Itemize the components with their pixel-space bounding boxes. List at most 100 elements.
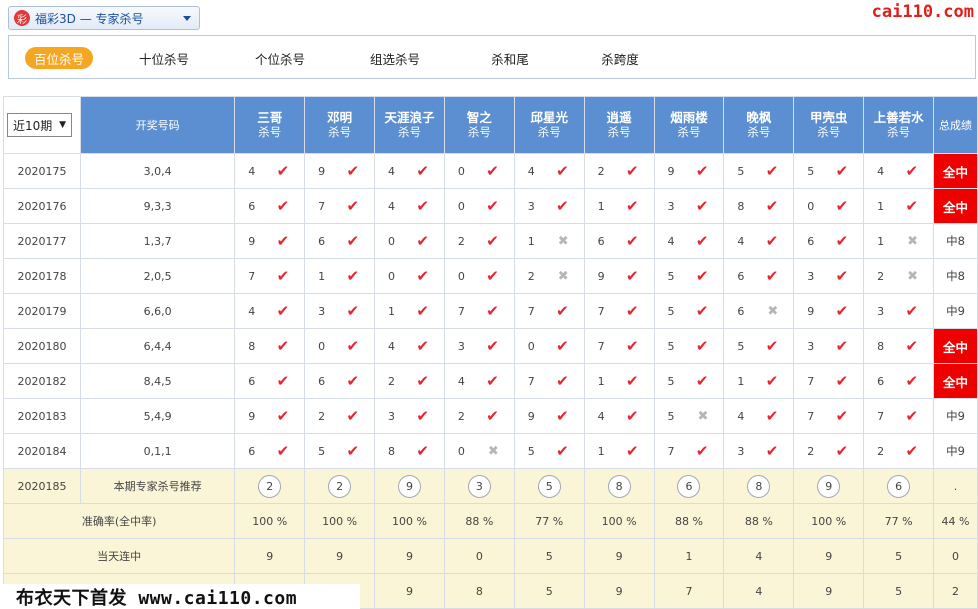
kill-cell-content: 3 ✔ xyxy=(724,441,793,460)
check-icon: ✔ xyxy=(765,161,779,180)
expert-subtitle: 杀号 xyxy=(887,125,911,139)
expert-header[interactable]: 智之 杀号 xyxy=(443,96,515,154)
period-dropdown-value: 近10期 xyxy=(13,118,53,133)
check-icon: ✔ xyxy=(276,441,290,460)
lastrow-value: 9 xyxy=(793,573,865,609)
kill-cell-content: 6 ✔ xyxy=(235,373,304,389)
expert-subtitle: 杀号 xyxy=(537,125,561,139)
expert-kill-cell: 4 ✔ xyxy=(234,153,306,189)
kill-cell-content: 4 ✔ xyxy=(515,163,584,179)
expert-header[interactable]: 逍遥 杀号 xyxy=(583,96,655,154)
kill-number: 7 xyxy=(667,444,675,458)
check-icon: ✔ xyxy=(486,161,499,180)
expert-kill-cell: 9 ✔ xyxy=(234,398,306,434)
check-icon: ✔ xyxy=(835,231,849,250)
tab-2[interactable]: 个位杀号 xyxy=(235,47,325,69)
table-row: 2020180 6,4,4 8 ✔ 0 ✔ 4 ✔ 3 ✔ 0 ✔ 7 ✔ 5 ✔ 5 ✔ 3 ✔ 8 ✔ 全中 xyxy=(3,328,978,364)
check-icon: ✔ xyxy=(695,371,709,390)
kill-cell-content: 6 ✔ xyxy=(235,441,304,460)
expert-header[interactable]: 天涯浪子 杀号 xyxy=(374,96,445,154)
expert-header[interactable]: 晚枫 杀号 xyxy=(723,96,795,154)
expert-kill-cell: 3 ✔ xyxy=(723,433,795,469)
expert-kill-cell: 3 ✔ xyxy=(374,398,445,434)
check-icon: ✔ xyxy=(346,406,360,425)
tab-4[interactable]: 杀和尾 xyxy=(465,47,555,69)
expert-header[interactable]: 邱星光 杀号 xyxy=(513,96,585,154)
total-score-cell: . xyxy=(933,468,978,504)
check-icon: ✔ xyxy=(625,406,639,425)
expert-kill-cell: 2 ✔ xyxy=(304,398,376,434)
expert-header[interactable]: 上善若水 杀号 xyxy=(863,96,935,154)
check-icon: ✔ xyxy=(765,441,779,460)
expert-kill-cell: 1 ✖ xyxy=(513,223,585,259)
check-icon: ✔ xyxy=(346,231,360,250)
check-icon: ✔ xyxy=(625,301,639,320)
kill-number: 5 xyxy=(667,339,675,353)
lastrow-value: 9 xyxy=(374,573,445,609)
recommend-cell: 5 xyxy=(513,468,585,504)
expert-kill-cell: 6 ✔ xyxy=(234,188,306,224)
kill-number: 3 xyxy=(737,444,745,458)
site-brand[interactable]: cai110.com xyxy=(872,2,974,22)
accuracy-value: 100 % xyxy=(304,503,376,539)
kill-number: 7 xyxy=(807,374,815,388)
kill-cell-content: 0 ✔ xyxy=(445,268,514,284)
kill-cell-content: 4 ✔ xyxy=(235,303,304,319)
draw-number-cell: 3,0,4 xyxy=(79,153,236,189)
table-row: 2020178 2,0,5 7 ✔ 1 ✔ 0 ✔ 0 ✔ 2 ✖ 9 ✔ 5 ✔ 6 ✔ 3 ✔ 2 ✖ 中8 xyxy=(3,258,978,294)
expert-kill-cell: 6 ✔ xyxy=(723,258,795,294)
kill-cell-content: 5 ✔ xyxy=(305,443,374,459)
kill-cell-content: 2 ✔ xyxy=(585,163,654,179)
check-icon: ✔ xyxy=(416,161,429,180)
kill-number: 1 xyxy=(527,234,535,248)
expert-header[interactable]: 邓明 杀号 xyxy=(304,96,376,154)
cross-icon: ✖ xyxy=(767,303,779,319)
recommend-number: 5 xyxy=(537,474,561,498)
tab-1[interactable]: 十位杀号 xyxy=(119,47,209,69)
expert-subtitle: 杀号 xyxy=(817,125,841,139)
check-icon: ✔ xyxy=(835,406,849,425)
cross-icon: ✖ xyxy=(557,233,569,249)
check-icon: ✔ xyxy=(486,231,499,250)
kill-number: 3 xyxy=(667,199,675,213)
kill-number: 4 xyxy=(597,409,605,423)
kill-number: 4 xyxy=(737,234,745,248)
expert-kill-cell: 9 ✔ xyxy=(304,153,376,189)
kill-cell-content: 7 ✔ xyxy=(445,303,514,319)
kill-cell-content: 5 ✔ xyxy=(794,163,863,179)
expert-header[interactable]: 三哥 杀号 xyxy=(234,96,306,154)
expert-kill-cell: 5 ✖ xyxy=(653,398,725,434)
expert-kill-cell: 6 ✔ xyxy=(234,433,306,469)
recommend-cell: 9 xyxy=(793,468,865,504)
expert-kill-cell: 7 ✔ xyxy=(513,363,585,399)
expert-subtitle: 杀号 xyxy=(677,125,701,139)
expert-header[interactable]: 烟雨楼 杀号 xyxy=(653,96,725,154)
kill-cell-content: 5 ✔ xyxy=(655,338,724,354)
check-icon: ✔ xyxy=(765,371,779,390)
kill-cell-content: 4 ✔ xyxy=(445,371,514,390)
lottery-selector[interactable]: 彩 福彩3D — 专家杀号 xyxy=(8,6,200,30)
expert-header[interactable]: 甲壳虫 杀号 xyxy=(793,96,865,154)
kill-cell-content: 6 ✔ xyxy=(585,233,654,249)
expert-kill-cell: 1 ✖ xyxy=(863,223,935,259)
check-icon: ✔ xyxy=(556,441,569,460)
kill-cell-content: 7 ✔ xyxy=(515,303,584,319)
accuracy-value: 88 % xyxy=(723,503,795,539)
check-icon: ✔ xyxy=(486,371,499,390)
tab-0[interactable]: 百位杀号 xyxy=(25,47,93,69)
period-dropdown[interactable]: 近10期 ▼ xyxy=(7,113,72,137)
expert-kill-cell: 5 ✔ xyxy=(723,328,795,364)
check-icon: ✔ xyxy=(346,161,360,180)
kill-number: 3 xyxy=(388,409,396,423)
kill-cell-content: 2 ✔ xyxy=(375,373,444,389)
accuracy-value: 100 % xyxy=(583,503,655,539)
kill-number: 8 xyxy=(877,339,885,353)
expert-name: 甲壳虫 xyxy=(809,110,848,125)
check-icon: ✔ xyxy=(346,301,360,320)
tab-5[interactable]: 杀跨度 xyxy=(575,47,665,69)
tab-3[interactable]: 组选杀号 xyxy=(350,47,440,69)
check-icon: ✔ xyxy=(556,371,569,390)
accuracy-value: 100 % xyxy=(374,503,445,539)
check-icon: ✔ xyxy=(905,301,919,320)
check-icon: ✔ xyxy=(695,441,709,460)
